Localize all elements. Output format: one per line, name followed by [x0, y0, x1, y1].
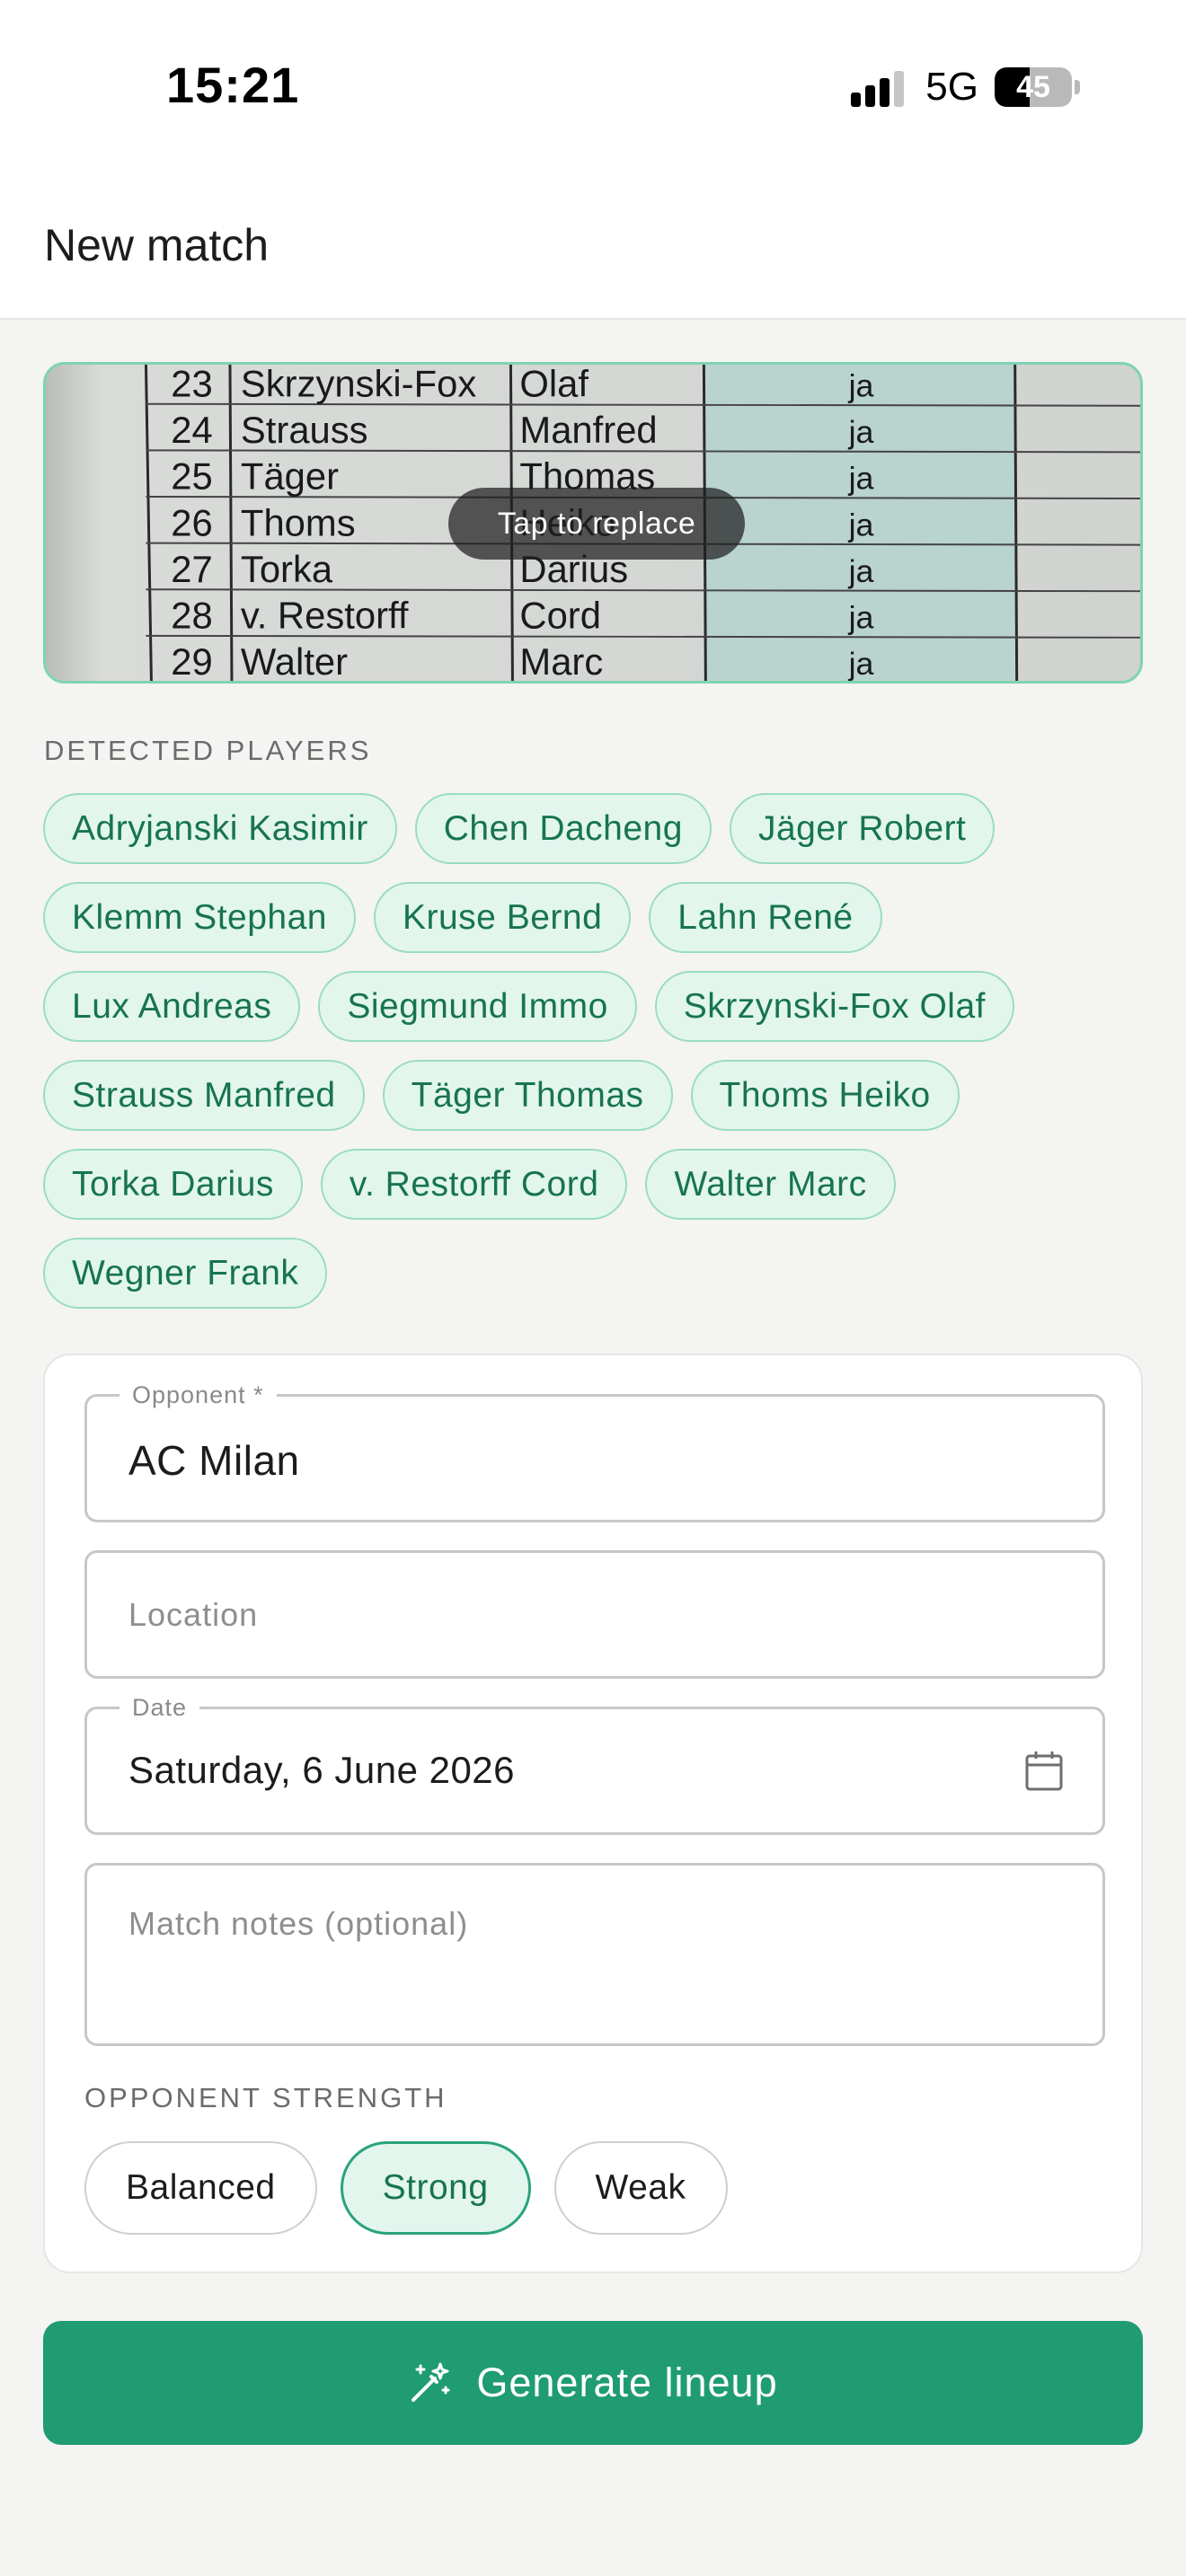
photo-row-first-name: Olaf	[519, 365, 589, 404]
photo-row-flag: ja	[848, 507, 874, 543]
player-chip-row: Klemm Stephan Kruse Bernd Lahn René	[43, 882, 1148, 953]
opponent-strength-selector: Balanced Strong Weak	[84, 2141, 728, 2235]
player-chip-row: Strauss Manfred Täger Thomas Thoms Heiko	[43, 1060, 1148, 1131]
player-chip[interactable]: Walter Marc	[645, 1149, 896, 1220]
photo-row-last-name: Strauss	[241, 409, 368, 451]
photo-row-number: 23	[171, 365, 212, 404]
player-chip[interactable]: Thoms Heiko	[690, 1060, 960, 1131]
status-bar: 15:21 5G 45	[0, 0, 1186, 176]
date-field[interactable]: Date Saturday, 6 June 2026	[84, 1694, 1105, 1835]
photo-row-number: 27	[171, 548, 212, 590]
photo-row-last-name: Walter	[241, 640, 348, 681]
player-chip[interactable]: Skrzynski-Fox Olaf	[654, 971, 1014, 1042]
photo-row-number: 24	[171, 409, 212, 451]
player-chip[interactable]: Siegmund Immo	[318, 971, 637, 1042]
roster-photo[interactable]: 23 Skrzynski-Fox Olaf ja 24 Strauss Manfred ja 2…	[43, 362, 1143, 684]
tap-to-replace-label[interactable]: Tap to replace	[448, 488, 745, 560]
player-chip[interactable]: v. Restorff Cord	[320, 1149, 628, 1220]
photo-row-first-name: Cord	[519, 595, 601, 637]
cellular-signal-icon	[851, 67, 905, 107]
photo-row-flag: ja	[848, 553, 874, 589]
photo-row-flag: ja	[848, 368, 874, 404]
player-chip-row: Torka Darius v. Restorff Cord Walter Marc	[43, 1149, 1148, 1220]
photo-row-flag: ja	[848, 461, 874, 497]
location-input[interactable]: Location	[128, 1596, 258, 1634]
player-chip[interactable]: Strauss Manfred	[43, 1060, 365, 1131]
photo-row-number: 25	[171, 455, 212, 498]
calendar-icon[interactable]	[1025, 1751, 1063, 1792]
notes-input[interactable]: Match notes (optional)	[128, 1905, 468, 1943]
photo-row-last-name: Thoms	[241, 501, 356, 543]
photo-row-last-name: Torka	[241, 548, 333, 590]
generate-lineup-button[interactable]: Generate lineup	[43, 2321, 1143, 2445]
player-chip[interactable]: Jäger Robert	[729, 793, 996, 864]
photo-row-number: 26	[171, 501, 212, 543]
location-field[interactable]: Location	[84, 1550, 1105, 1679]
photo-row-last-name: Skrzynski-Fox	[241, 365, 477, 404]
opponent-label: Opponent *	[119, 1381, 277, 1409]
network-type: 5G	[925, 65, 978, 109]
battery-level: 45	[1016, 70, 1050, 104]
player-chip-row: Wegner Frank	[43, 1238, 1148, 1309]
status-indicators: 5G 45	[851, 65, 1080, 110]
photo-row-last-name: v. Restorff	[241, 595, 409, 637]
player-chip[interactable]: Chen Dacheng	[414, 793, 712, 864]
photo-row-flag: ja	[848, 414, 874, 450]
player-chip[interactable]: Täger Thomas	[382, 1060, 673, 1131]
match-form: Opponent * AC Milan Location Date Saturd…	[43, 1354, 1143, 2273]
battery-cap	[1075, 80, 1080, 94]
notes-field[interactable]: Match notes (optional)	[84, 1863, 1105, 2046]
strength-option-strong[interactable]: Strong	[340, 2141, 531, 2235]
generate-lineup-label: Generate lineup	[476, 2360, 778, 2405]
player-chip[interactable]: Wegner Frank	[43, 1238, 328, 1309]
player-chip[interactable]: Lahn René	[649, 882, 882, 953]
photo-row-number: 29	[171, 640, 212, 681]
battery-icon: 45	[995, 67, 1072, 107]
player-chip[interactable]: Adryjanski Kasimir	[43, 793, 397, 864]
app-header: New match	[0, 176, 1186, 320]
player-chip[interactable]: Kruse Bernd	[373, 882, 632, 953]
page-title: New match	[44, 220, 270, 270]
detected-players-list: Adryjanski Kasimir Chen Dacheng Jäger Robe…	[43, 793, 1148, 1327]
opponent-field[interactable]: Opponent * AC Milan	[84, 1381, 1105, 1522]
detected-players-heading: DETECTED PLAYERS	[44, 735, 372, 766]
player-chip-row: Adryjanski Kasimir Chen Dacheng Jäger Robe…	[43, 793, 1148, 864]
player-chip[interactable]: Lux Andreas	[43, 971, 301, 1042]
photo-row-last-name: Täger	[241, 455, 339, 498]
opponent-input[interactable]: AC Milan	[128, 1436, 300, 1485]
date-label: Date	[119, 1694, 200, 1722]
photo-row-flag: ja	[848, 646, 874, 681]
strength-option-weak[interactable]: Weak	[553, 2141, 728, 2235]
date-input[interactable]: Saturday, 6 June 2026	[128, 1749, 515, 1792]
photo-row-first-name: Manfred	[519, 409, 657, 451]
photo-row-number: 28	[171, 595, 212, 637]
photo-row-flag: ja	[848, 600, 874, 636]
status-time: 15:21	[166, 57, 300, 113]
opponent-strength-heading: OPPONENT STRENGTH	[84, 2082, 447, 2113]
strength-option-balanced[interactable]: Balanced	[84, 2141, 317, 2235]
photo-row-first-name: Marc	[519, 640, 603, 681]
player-chip[interactable]: Torka Darius	[43, 1149, 303, 1220]
player-chip[interactable]: Klemm Stephan	[43, 882, 356, 953]
player-chip-row: Lux Andreas Siegmund Immo Skrzynski-Fox Ol…	[43, 971, 1148, 1042]
magic-wand-icon	[412, 2362, 450, 2402]
